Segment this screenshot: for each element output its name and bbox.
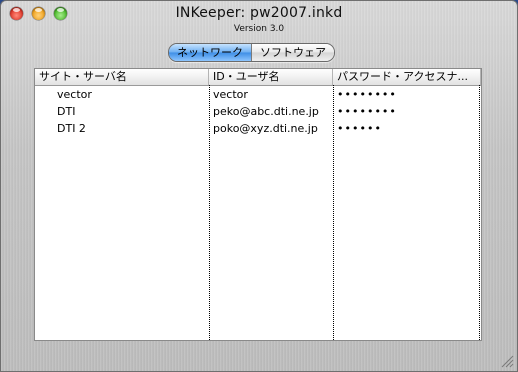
resize-grip-icon[interactable] [500,354,514,368]
id-cell: poko@xyz.dti.ne.jp [213,122,318,135]
password-cell: •••••• [337,122,382,135]
password-cell: •••••••• [337,88,397,101]
window-title: INKeeper: pw2007.inkd [175,5,343,21]
table-body: vector vector •••••••• DTI peko@abc.dti.… [35,86,481,137]
site-cell: DTI 2 [57,122,86,135]
title-bar[interactable]: INKeeper: pw2007.inkd Version 3.0 [1,1,517,39]
column-header-id[interactable]: ID・ユーザ名 [209,69,333,85]
app-window: INKeeper: pw2007.inkd Version 3.0 ネットワーク… [0,0,518,372]
column-header-site[interactable]: サイト・サーバ名 [35,69,209,85]
tab-network[interactable]: ネットワーク [169,44,251,61]
table-row[interactable]: DTI 2 poko@xyz.dti.ne.jp •••••• [35,120,481,137]
site-cell: DTI [57,105,76,118]
tab-software[interactable]: ソフトウェア [251,44,334,61]
id-cell: vector [213,88,248,101]
table-row[interactable]: DTI peko@abc.dti.ne.jp •••••••• [35,103,481,120]
site-cell: vector [57,88,92,101]
version-label: Version 3.0 [233,24,285,34]
accounts-table: サイト・サーバ名 ID・ユーザ名 パスワード・アクセスナ... vector v… [34,68,482,341]
password-cell: •••••••• [337,105,397,118]
id-cell: peko@abc.dti.ne.jp [213,105,319,118]
column-header-password[interactable]: パスワード・アクセスナ... [333,69,481,85]
table-row[interactable]: vector vector •••••••• [35,86,481,103]
category-segmented-control: ネットワーク ソフトウェア [168,43,335,62]
table-header: サイト・サーバ名 ID・ユーザ名 パスワード・アクセスナ... [35,69,481,86]
